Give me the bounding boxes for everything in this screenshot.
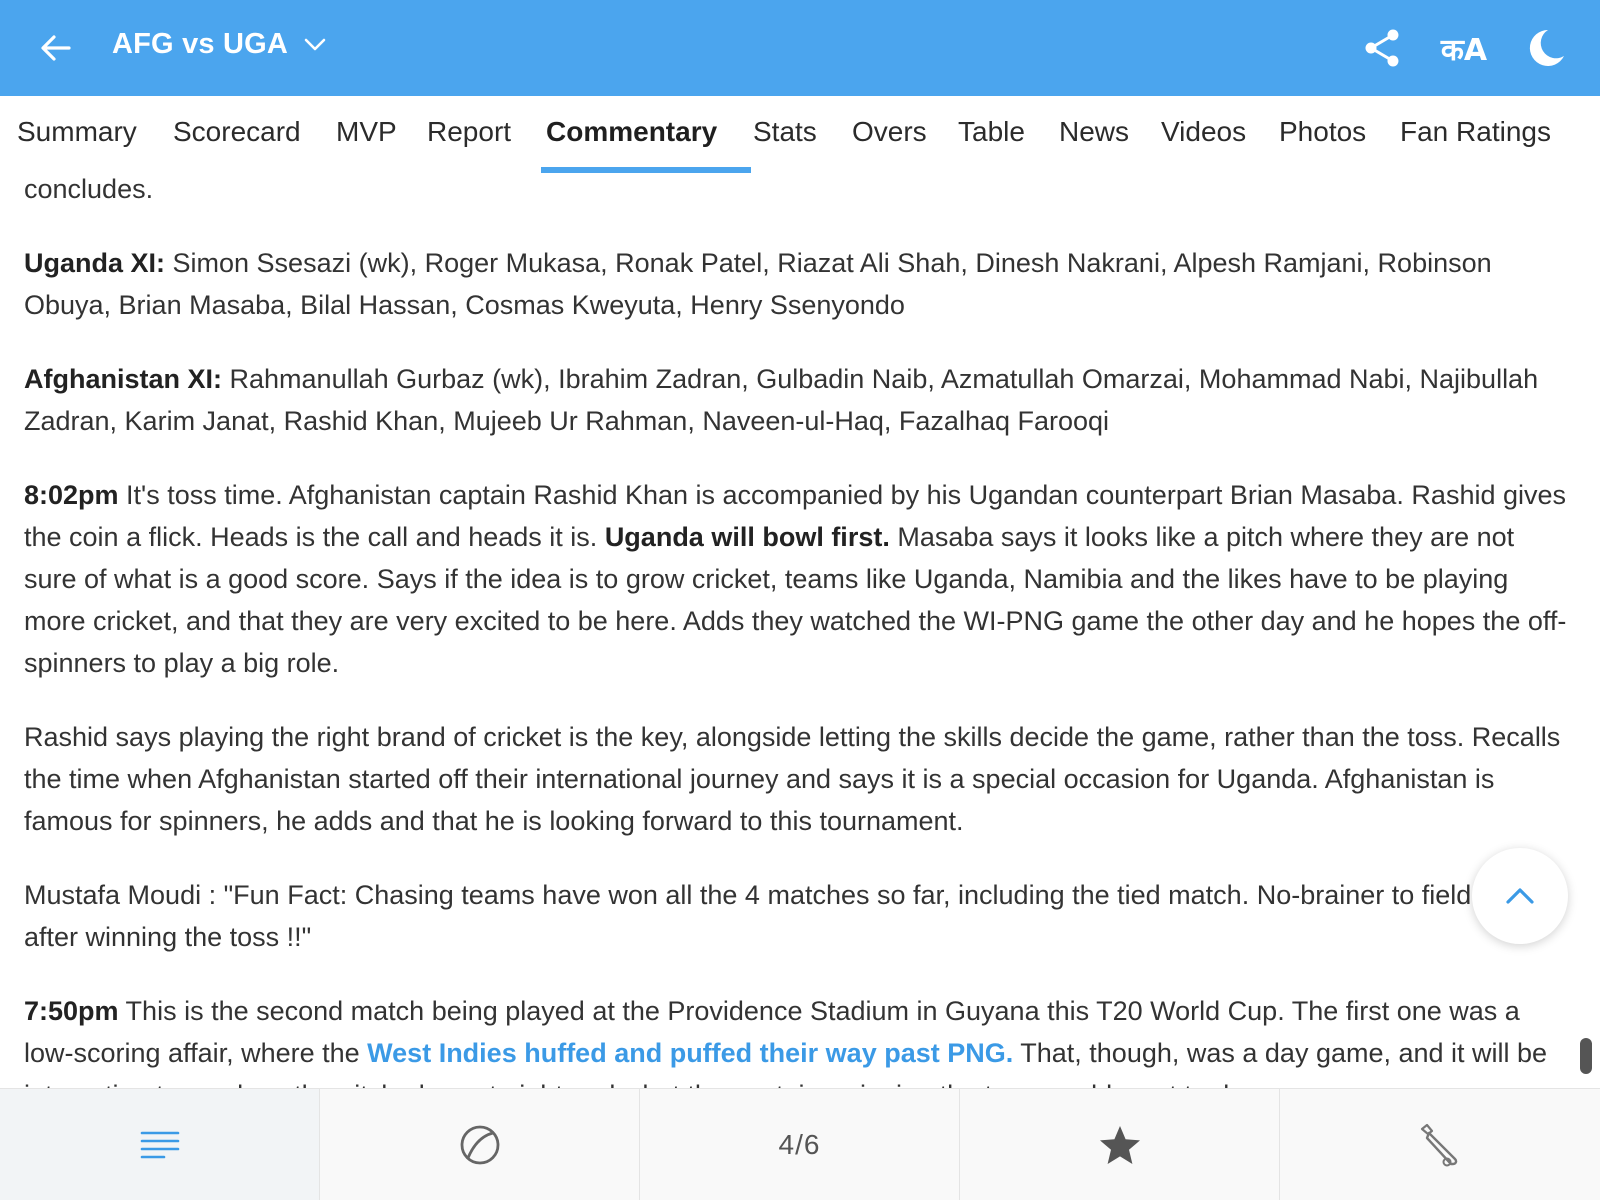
share-icon (1365, 29, 1399, 67)
tab-report[interactable]: Report (427, 96, 511, 174)
commentary-paragraph: Mustafa Moudi : "Fun Fact: Chasing teams… (24, 874, 1572, 958)
share-button[interactable] (1356, 22, 1408, 74)
commentary-paragraph: Uganda XI: Simon Ssesazi (wk), Roger Muk… (24, 242, 1572, 326)
tab-overs[interactable]: Overs (852, 96, 927, 174)
arrow-left-icon (41, 35, 71, 61)
tab-stats[interactable]: Stats (753, 96, 817, 174)
team-label-afghanistan: Afghanistan XI: (24, 364, 223, 394)
commentary-text: Rashid says playing the right brand of c… (24, 722, 1561, 836)
team-label-uganda: Uganda XI: (24, 248, 166, 278)
commentary-feed: concludes. Uganda XI: Simon Ssesazi (wk)… (24, 168, 1572, 1088)
commentary-timestamp: 7:50pm (24, 996, 119, 1026)
page-indicator: 4/6 (778, 1129, 821, 1160)
tab-photos[interactable]: Photos (1279, 96, 1366, 174)
menu-button[interactable] (0, 1089, 320, 1200)
commentary-text: Mustafa Moudi : "Fun Fact: Chasing teams… (24, 880, 1523, 952)
cricket-bat-icon (1420, 1123, 1458, 1167)
tab-mvp[interactable]: MVP (336, 96, 397, 174)
match-selector[interactable]: AFG vs UGA (112, 28, 326, 61)
commentary-paragraph: 8:02pm It's toss time. Afghanistan capta… (24, 474, 1572, 684)
commentary-paragraph: Afghanistan XI: Rahmanullah Gurbaz (wk),… (24, 358, 1572, 442)
menu-lines-icon (140, 1131, 179, 1159)
tab-fan-ratings[interactable]: Fan Ratings (1400, 96, 1551, 174)
tab-news[interactable]: News (1059, 96, 1129, 174)
dark-mode-button[interactable] (1520, 22, 1572, 74)
scroll-to-top-button[interactable] (1472, 848, 1568, 944)
commentary-paragraph: 7:50pm This is the second match being pl… (24, 990, 1572, 1088)
cricket-ball-icon (460, 1125, 499, 1165)
tab-table[interactable]: Table (958, 96, 1025, 174)
page-indicator-button[interactable]: 4/6 (640, 1089, 960, 1200)
chevron-down-icon (304, 38, 326, 52)
commentary-timestamp: 8:02pm (24, 480, 119, 510)
favourite-button[interactable] (960, 1089, 1280, 1200)
tab-scorecard[interactable]: Scorecard (173, 96, 301, 174)
chevron-up-icon (1506, 888, 1534, 904)
tab-summary[interactable]: Summary (17, 96, 137, 174)
app-header: AFG vs UGA कA (0, 0, 1600, 96)
match-title: AFG vs UGA (112, 28, 289, 60)
bat-button[interactable] (1280, 1089, 1600, 1200)
match-tabs: Summary Scorecard MVP Report Commentary … (0, 96, 1600, 174)
commentary-paragraph: concludes. (24, 168, 1572, 210)
scrollbar-thumb[interactable] (1580, 1038, 1592, 1074)
language-toggle-button[interactable]: कA (1438, 22, 1490, 74)
language-label: कA (1440, 32, 1488, 68)
commentary-highlight: Uganda will bowl first. (604, 522, 890, 552)
commentary-text: Simon Ssesazi (wk), Roger Mukasa, Ronak … (24, 248, 1492, 320)
commentary-paragraph: Rashid says playing the right brand of c… (24, 716, 1572, 842)
commentary-text: concludes. (24, 174, 154, 204)
live-ball-button[interactable] (320, 1089, 640, 1200)
moon-icon (1529, 29, 1564, 66)
back-button[interactable] (32, 24, 80, 72)
star-icon (1099, 1126, 1140, 1164)
bottom-navigation: 4/6 (0, 1088, 1600, 1200)
article-link[interactable]: West Indies huffed and puffed their way … (367, 1038, 1013, 1068)
tab-commentary[interactable]: Commentary (546, 96, 717, 174)
commentary-text: Rahmanullah Gurbaz (wk), Ibrahim Zadran,… (24, 364, 1539, 436)
tab-videos[interactable]: Videos (1161, 96, 1246, 174)
